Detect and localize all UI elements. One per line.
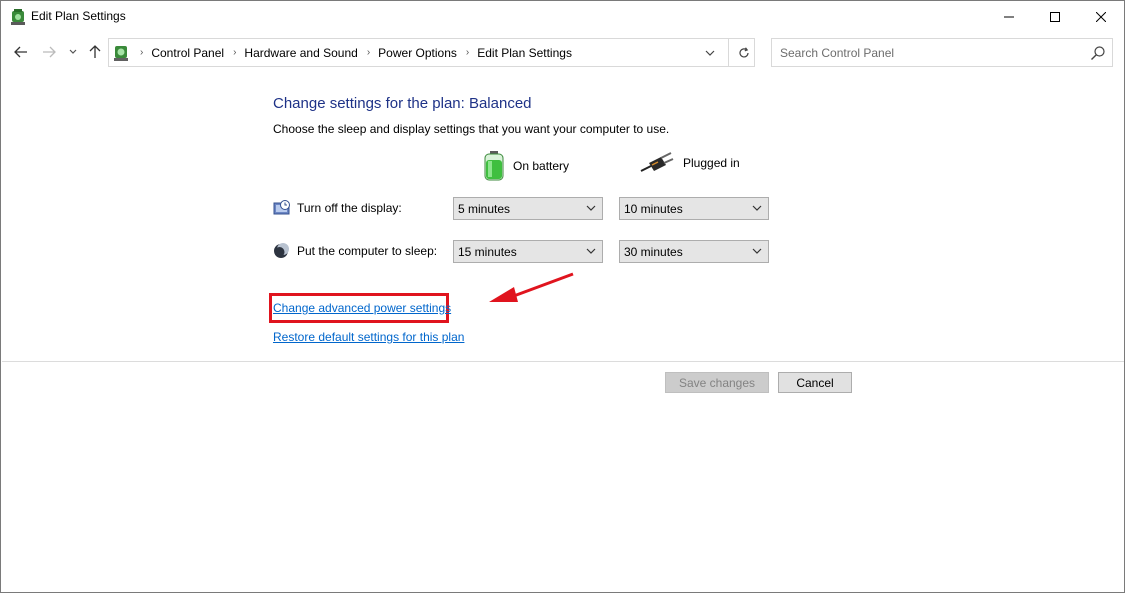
back-arrow-icon — [14, 46, 27, 58]
display-setting-row-label: Turn off the display: — [273, 200, 402, 216]
up-arrow-icon — [89, 45, 101, 58]
up-button[interactable] — [85, 42, 105, 62]
chevron-down-icon — [752, 205, 762, 211]
turn-off-display-label: Turn off the display: — [297, 201, 402, 215]
chevron-down-icon — [705, 50, 715, 56]
maximize-icon — [1050, 11, 1060, 22]
chevron-down-icon — [586, 248, 596, 254]
sleep-moon-icon — [274, 243, 289, 258]
breadcrumb: › Control Panel › Hardware and Sound › P… — [131, 39, 572, 66]
address-dropdown-button[interactable] — [701, 44, 719, 62]
address-bar[interactable]: › Control Panel › Hardware and Sound › P… — [108, 38, 755, 67]
page-title: Change settings for the plan: Balanced — [273, 95, 532, 112]
breadcrumb-edit-plan-settings[interactable]: Edit Plan Settings — [477, 46, 572, 60]
display-plugged-in-select[interactable]: 10 minutes — [619, 197, 769, 220]
breadcrumb-hardware-and-sound[interactable]: Hardware and Sound — [244, 46, 357, 60]
power-plug-icon — [640, 152, 674, 172]
search-input[interactable]: Search Control Panel — [780, 46, 894, 60]
change-advanced-power-settings-link[interactable]: Change advanced power settings — [273, 301, 451, 315]
chevron-down-icon — [752, 248, 762, 254]
breadcrumb-power-options[interactable]: Power Options — [378, 46, 457, 60]
put-computer-to-sleep-label: Put the computer to sleep: — [297, 244, 438, 258]
forward-arrow-icon — [43, 46, 56, 58]
display-on-battery-select[interactable]: 5 minutes — [453, 197, 603, 220]
maximize-button[interactable] — [1032, 1, 1078, 32]
on-battery-label: On battery — [513, 159, 570, 173]
restore-default-settings-link[interactable]: Restore default settings for this plan — [273, 330, 464, 344]
title-bar: Edit Plan Settings — [1, 1, 1124, 32]
sleep-setting-row-label: Put the computer to sleep: — [273, 243, 437, 259]
recent-locations-button[interactable] — [65, 42, 81, 62]
sleep-on-battery-select[interactable]: 15 minutes — [453, 240, 603, 263]
chevron-right-icon: › — [233, 47, 237, 58]
edit-plan-settings-window: Edit Plan Settings › Control Panel › Har… — [0, 0, 1125, 593]
refresh-button[interactable] — [735, 44, 753, 62]
search-box[interactable]: Search Control Panel — [771, 38, 1113, 67]
chevron-right-icon: › — [465, 47, 470, 58]
display-plugged-in-value: 10 minutes — [624, 202, 683, 216]
annotation-arrow-icon — [489, 272, 574, 302]
plugged-in-header: Plugged in — [639, 151, 740, 175]
control-panel-icon — [114, 46, 128, 61]
forward-button[interactable] — [39, 42, 59, 62]
minimize-icon — [1004, 16, 1014, 17]
search-icon[interactable] — [1090, 45, 1106, 61]
power-options-icon — [11, 9, 25, 25]
display-on-battery-value: 5 minutes — [458, 202, 511, 216]
plugged-in-label: Plugged in — [683, 156, 740, 170]
cancel-button[interactable]: Cancel — [778, 372, 852, 393]
save-changes-button[interactable]: Save changes — [665, 372, 769, 393]
display-timer-icon — [273, 200, 290, 215]
footer-divider — [2, 361, 1124, 362]
window-title: Edit Plan Settings — [31, 9, 126, 23]
battery-icon — [484, 151, 504, 181]
sleep-plugged-in-select[interactable]: 30 minutes — [619, 240, 769, 263]
close-button[interactable] — [1078, 1, 1124, 32]
chevron-right-icon: › — [140, 47, 144, 58]
back-button[interactable] — [11, 42, 31, 62]
minimize-button[interactable] — [986, 1, 1032, 32]
refresh-icon — [739, 47, 749, 58]
address-divider — [728, 39, 729, 66]
breadcrumb-control-panel[interactable]: Control Panel — [151, 46, 224, 60]
on-battery-header: On battery — [483, 151, 569, 181]
sleep-plugged-in-value: 30 minutes — [624, 245, 683, 259]
close-icon — [1096, 11, 1106, 22]
chevron-down-icon — [586, 205, 596, 211]
chevron-right-icon: › — [366, 47, 371, 58]
sleep-on-battery-value: 15 minutes — [458, 245, 517, 259]
navigation-bar: › Control Panel › Hardware and Sound › P… — [1, 32, 1124, 72]
chevron-down-icon — [69, 49, 77, 54]
page-description: Choose the sleep and display settings th… — [273, 122, 670, 136]
